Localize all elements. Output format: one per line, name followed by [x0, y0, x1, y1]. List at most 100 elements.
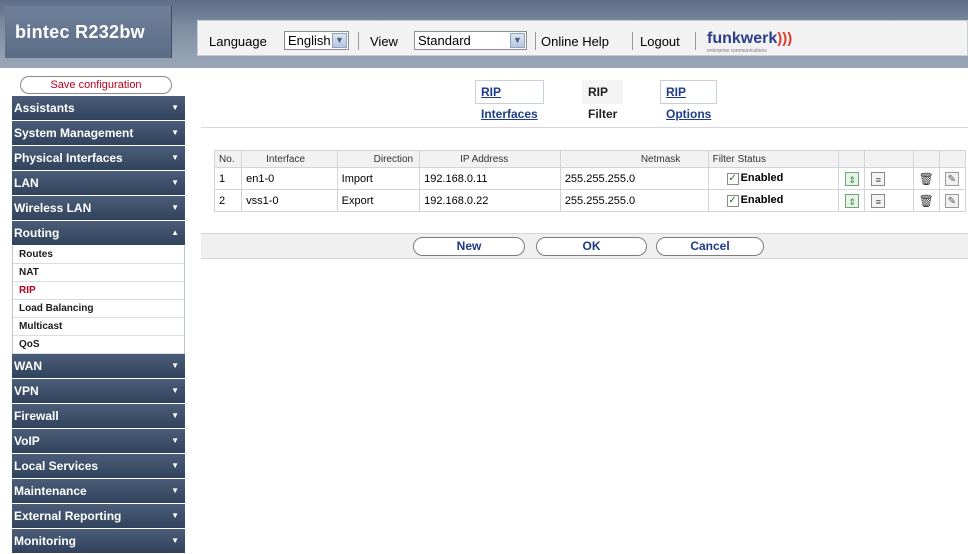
chevron-down-icon: ▼	[171, 178, 179, 187]
chevron-down-icon: ▼	[171, 461, 179, 470]
sidebar-menu: Assistants ▼ System Management ▼ Physical …	[12, 96, 185, 554]
logo-waves-icon: )))	[777, 30, 793, 47]
sidebar-item-monitoring[interactable]: Monitoring ▼	[12, 529, 185, 554]
sidebar-subitem-routes[interactable]: Routes	[13, 246, 184, 264]
col-header-netmask: Netmask	[559, 150, 709, 168]
sidebar-item-physical-interfaces[interactable]: Physical Interfaces ▼	[12, 146, 185, 171]
header: bintec R232bw Language English ▼ View St…	[0, 0, 968, 68]
sidebar-item-external-reporting[interactable]: External Reporting ▼	[12, 504, 185, 529]
trash-icon[interactable]: 🗑	[919, 194, 934, 208]
table-row: 1 en1-0 Import 192.168.0.11 255.255.255.…	[213, 167, 967, 190]
cell-direction: Import	[336, 167, 421, 190]
chevron-down-icon: ▼	[171, 511, 179, 520]
sidebar-subitem-nat[interactable]: NAT	[13, 264, 184, 282]
chevron-down-icon: ▼	[171, 486, 179, 495]
save-configuration-button[interactable]: Save configuration	[20, 76, 172, 94]
cell-edit: ≡	[864, 167, 914, 190]
routing-submenu: Routes NAT RIP Load Balancing Multicast …	[12, 246, 185, 354]
col-header-filter-status: Filter Status	[707, 150, 840, 168]
ok-button[interactable]: OK	[536, 237, 647, 256]
move-icon[interactable]: ⇕	[845, 193, 860, 208]
logo-subtitle: enterprise communications	[707, 48, 767, 54]
sidebar-subitem-load-balancing[interactable]: Load Balancing	[13, 300, 184, 318]
filter-status-label: Enabled	[740, 172, 784, 185]
cell-interface: en1-0	[241, 167, 338, 190]
rip-filter-table: No. Interface Direction IP Address Netma…	[213, 150, 967, 212]
trash-icon[interactable]: 🗑	[919, 172, 934, 186]
cell-move: ⇕	[838, 167, 866, 190]
sidebar-item-voip[interactable]: VoIP ▼	[12, 429, 185, 454]
sidebar-item-system-management[interactable]: System Management ▼	[12, 121, 185, 146]
brand-title: bintec R232bw	[15, 22, 145, 42]
cell-netmask: 255.255.255.0	[559, 189, 709, 212]
edit-icon[interactable]: ≡	[871, 171, 886, 186]
view-select[interactable]: Standard ▼	[414, 31, 527, 50]
sidebar-subitem-multicast[interactable]: Multicast	[13, 318, 184, 336]
sidebar-item-vpn[interactable]: VPN ▼	[12, 379, 185, 404]
cancel-button[interactable]: Cancel	[656, 237, 764, 256]
move-icon[interactable]: ⇕	[845, 171, 860, 186]
pencil-icon[interactable]: ✎	[944, 171, 959, 186]
divider	[695, 32, 696, 50]
cell-move: ⇕	[838, 189, 866, 212]
view-label: View	[370, 34, 398, 49]
chevron-down-icon: ▼	[171, 411, 179, 420]
chevron-down-icon: ▼	[171, 203, 179, 212]
sidebar-item-wireless-lan[interactable]: Wireless LAN ▼	[12, 196, 185, 221]
col-header-no: No.	[213, 150, 243, 168]
cell-ip-address: 192.168.0.11	[419, 167, 561, 190]
sidebar: Save configuration Assistants ▼ System Ma…	[12, 76, 185, 554]
chevron-down-icon: ▼	[510, 33, 525, 48]
cell-netmask: 255.255.255.0	[559, 167, 709, 190]
chevron-down-icon: ▼	[171, 386, 179, 395]
col-header-ip-address: IP Address	[419, 150, 561, 168]
col-header-move	[838, 150, 866, 168]
chevron-down-icon: ▼	[171, 536, 179, 545]
tab-rip-interfaces[interactable]: RIP Interfaces	[475, 80, 544, 121]
language-label: Language	[209, 34, 267, 49]
sidebar-subitem-rip[interactable]: RIP	[13, 282, 184, 300]
language-value: English	[288, 33, 331, 48]
rip-filter-table-wrapper: No. Interface Direction IP Address Netma…	[213, 150, 967, 212]
new-button[interactable]: New	[413, 237, 525, 256]
view-value: Standard	[418, 33, 471, 48]
chevron-down-icon: ▼	[171, 103, 179, 112]
sidebar-item-local-services[interactable]: Local Services ▼	[12, 454, 185, 479]
sidebar-item-lan[interactable]: LAN ▼	[12, 171, 185, 196]
cell-delete: 🗑	[912, 167, 940, 190]
filter-status-checkbox[interactable]: ✓	[726, 172, 739, 185]
sidebar-item-firewall[interactable]: Firewall ▼	[12, 404, 185, 429]
chevron-down-icon: ▼	[171, 153, 179, 162]
cell-no: 1	[213, 167, 243, 190]
chevron-down-icon: ▼	[171, 361, 179, 370]
sidebar-item-assistants[interactable]: Assistants ▼	[12, 96, 185, 121]
cell-pencil: ✎	[938, 167, 967, 190]
col-header-edit	[864, 150, 914, 168]
edit-icon[interactable]: ≡	[871, 193, 886, 208]
sidebar-subitem-qos[interactable]: QoS	[13, 336, 184, 354]
cell-interface: vss1-0	[241, 189, 338, 212]
divider	[632, 32, 633, 50]
cell-no: 2	[213, 189, 243, 212]
content-panel: No. Interface Direction IP Address Netma…	[201, 127, 968, 259]
tab-rip-options[interactable]: RIP Options	[660, 80, 718, 121]
cell-ip-address: 192.168.0.22	[419, 189, 561, 212]
filter-status-checkbox[interactable]: ✓	[726, 194, 739, 207]
logout-link[interactable]: Logout	[640, 34, 680, 49]
sidebar-item-routing[interactable]: Routing ▲	[12, 221, 185, 246]
chevron-down-icon: ▼	[332, 33, 347, 48]
cell-delete: 🗑	[912, 189, 940, 212]
pencil-icon[interactable]: ✎	[944, 193, 959, 208]
tab-rip-filter[interactable]: RIP Filter	[582, 80, 624, 121]
sidebar-item-maintenance[interactable]: Maintenance ▼	[12, 479, 185, 504]
divider	[358, 32, 359, 50]
language-select[interactable]: English ▼	[284, 31, 349, 50]
col-header-delete	[912, 150, 940, 168]
online-help-link[interactable]: Online Help	[541, 34, 609, 49]
table-header-row: No. Interface Direction IP Address Netma…	[213, 150, 967, 168]
col-header-pencil	[938, 150, 967, 168]
sidebar-item-wan[interactable]: WAN ▼	[12, 354, 185, 379]
filter-status-label: Enabled	[740, 194, 784, 207]
brand-panel: bintec R232bw	[5, 6, 172, 58]
action-button-bar: New OK Cancel	[201, 233, 968, 259]
